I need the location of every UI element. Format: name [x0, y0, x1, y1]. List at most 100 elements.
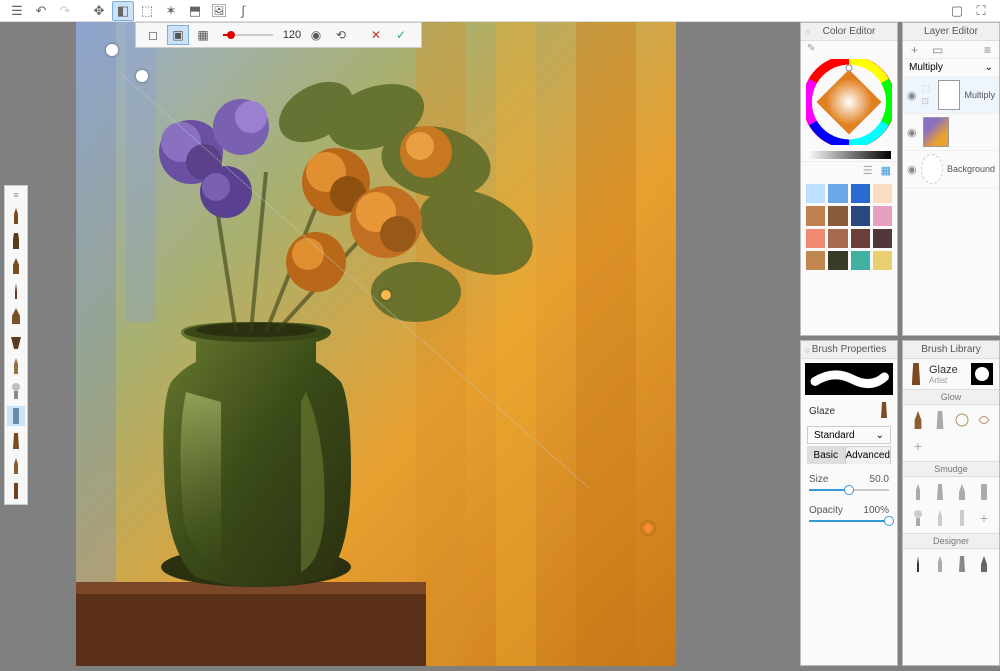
- category-designer[interactable]: Designer: [903, 533, 999, 549]
- color-swatch[interactable]: [828, 184, 847, 203]
- add-brush-icon[interactable]: +: [975, 507, 993, 529]
- brush-slot-2[interactable]: [7, 231, 25, 251]
- lib-brush[interactable]: [909, 553, 927, 575]
- ruler-mode-3-icon[interactable]: ▦: [192, 25, 214, 45]
- visibility-icon[interactable]: ◉: [907, 126, 919, 139]
- lib-brush[interactable]: [975, 481, 993, 503]
- redo-icon[interactable]: ↷: [54, 1, 76, 21]
- symmetry-tool-icon[interactable]: ✶: [160, 1, 182, 21]
- layout-icon[interactable]: ▢: [946, 1, 968, 21]
- eraser-tool-icon[interactable]: ⬚: [136, 1, 158, 21]
- color-swatch[interactable]: [806, 229, 825, 248]
- color-wheel[interactable]: [806, 59, 892, 145]
- color-swatch[interactable]: [873, 184, 892, 203]
- color-swatch[interactable]: [828, 229, 847, 248]
- lib-brush[interactable]: [975, 409, 993, 431]
- brush-slot-12[interactable]: [7, 481, 25, 501]
- visibility-icon[interactable]: ◉: [907, 89, 918, 102]
- layer-row-3[interactable]: ◉ Background: [903, 151, 999, 188]
- swatch-grid: [801, 179, 897, 275]
- ruler-handle-start-2[interactable]: [136, 70, 148, 82]
- add-brush-icon[interactable]: +: [909, 435, 927, 457]
- reset-icon[interactable]: ⟲: [330, 25, 352, 45]
- curve-tool-icon[interactable]: ∫: [232, 1, 254, 21]
- value-slider[interactable]: [807, 151, 891, 159]
- category-smudge[interactable]: Smudge: [903, 461, 999, 477]
- brush-slot-1[interactable]: [7, 206, 25, 226]
- ruler-handle-start[interactable]: [106, 44, 118, 56]
- color-swatch[interactable]: [806, 251, 825, 270]
- brush-dock-handle-icon[interactable]: ≡: [5, 189, 27, 201]
- lib-brush[interactable]: [953, 481, 971, 503]
- fullscreen-icon[interactable]: ⛶: [970, 1, 992, 21]
- lib-brush[interactable]: [931, 409, 949, 431]
- lock-icon[interactable]: ⬚: [922, 83, 934, 94]
- visibility-icon[interactable]: ◉: [907, 163, 917, 176]
- ruler-size-slider[interactable]: [223, 34, 273, 36]
- lib-brush[interactable]: [975, 553, 993, 575]
- lib-brush[interactable]: [909, 409, 927, 431]
- brush-type-dropdown[interactable]: Standard ⌄: [807, 426, 891, 444]
- lib-brush[interactable]: [931, 507, 949, 529]
- brush-slot-6[interactable]: [7, 331, 25, 351]
- layer-options-icon[interactable]: ≡: [984, 43, 991, 57]
- current-brush-name: Glaze: [929, 364, 965, 376]
- ruler-handle-end[interactable]: [642, 522, 654, 534]
- color-swatch[interactable]: [851, 184, 870, 203]
- layer-menu-icon[interactable]: ▭: [932, 43, 943, 57]
- brush-slot-4[interactable]: [7, 281, 25, 301]
- color-swatch[interactable]: [828, 206, 847, 225]
- brush-slot-9[interactable]: [7, 406, 25, 426]
- brush-slot-5[interactable]: [7, 306, 25, 326]
- add-layer-icon[interactable]: +: [911, 43, 918, 57]
- color-swatch[interactable]: [851, 206, 870, 225]
- layer-row-1[interactable]: ◉ ⬚⊡ Multiply: [903, 77, 999, 114]
- tab-advanced[interactable]: Advanced: [845, 446, 891, 464]
- crop-tool-icon[interactable]: ⬒: [184, 1, 206, 21]
- category-glow[interactable]: Glow: [903, 389, 999, 405]
- image-tool-icon[interactable]: 🖼: [208, 1, 230, 21]
- tab-basic[interactable]: Basic: [807, 446, 845, 464]
- color-swatch[interactable]: [806, 184, 825, 203]
- size-slider[interactable]: [809, 489, 889, 491]
- lib-brush[interactable]: [953, 553, 971, 575]
- color-swatch[interactable]: [828, 251, 847, 270]
- ruler-mode-1-icon[interactable]: ◻: [142, 25, 164, 45]
- ruler-handle-center[interactable]: [381, 290, 391, 300]
- layer-row-2[interactable]: ◉: [903, 114, 999, 151]
- lib-brush[interactable]: [953, 507, 971, 529]
- layer-thumbnail: [938, 80, 961, 110]
- brush-slot-8[interactable]: [7, 381, 25, 401]
- eyedropper-icon[interactable]: ✎: [807, 43, 815, 54]
- brush-slot-10[interactable]: [7, 431, 25, 451]
- color-swatch[interactable]: [851, 251, 870, 270]
- color-swatch[interactable]: [806, 206, 825, 225]
- color-swatch[interactable]: [873, 229, 892, 248]
- menu-icon[interactable]: ☰: [6, 1, 28, 21]
- ruler-tool-icon[interactable]: ◧: [112, 1, 134, 21]
- swatch-view-list-icon[interactable]: ☰: [863, 164, 873, 177]
- opacity-slider[interactable]: [809, 520, 889, 522]
- lib-brush[interactable]: [931, 553, 949, 575]
- cancel-icon[interactable]: ✕: [365, 25, 387, 45]
- undo-icon[interactable]: ↶: [30, 1, 52, 21]
- swatch-view-grid-icon[interactable]: ▦: [881, 164, 891, 177]
- brush-slot-7[interactable]: [7, 356, 25, 376]
- confirm-icon[interactable]: ✓: [390, 25, 412, 45]
- color-swatch[interactable]: [873, 251, 892, 270]
- brush-slot-3[interactable]: [7, 256, 25, 276]
- lib-brush[interactable]: [909, 481, 927, 503]
- brush-slot-11[interactable]: [7, 456, 25, 476]
- canvas[interactable]: [76, 22, 676, 666]
- lib-brush[interactable]: [909, 507, 927, 529]
- pin-icon[interactable]: ○: [805, 27, 810, 37]
- color-swatch[interactable]: [851, 229, 870, 248]
- move-tool-icon[interactable]: ✥: [88, 1, 110, 21]
- ruler-mode-2-icon[interactable]: ▣: [167, 25, 189, 45]
- color-swatch[interactable]: [873, 206, 892, 225]
- blend-mode-dropdown[interactable]: Multiply ⌄: [903, 59, 999, 77]
- lib-brush[interactable]: [953, 409, 971, 431]
- lib-brush[interactable]: [931, 481, 949, 503]
- fill-icon[interactable]: ◉: [305, 25, 327, 45]
- pin-icon[interactable]: ○: [805, 345, 810, 355]
